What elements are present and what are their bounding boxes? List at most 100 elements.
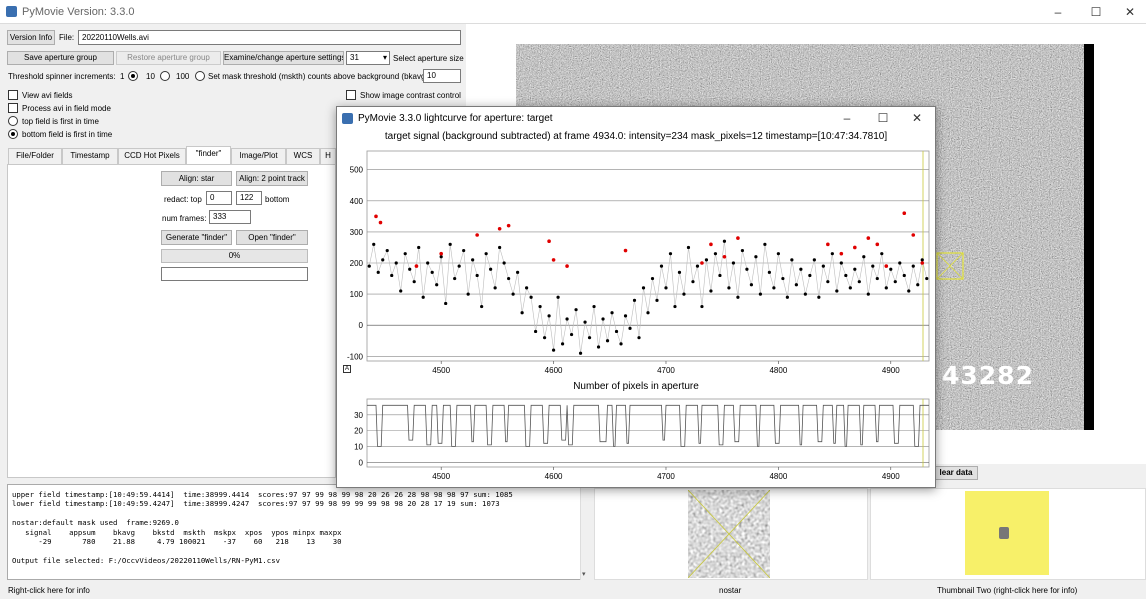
align-star-button[interactable]: Align: star [161, 171, 232, 186]
increment-100-label: 100 [176, 72, 190, 81]
signal-point [911, 264, 915, 268]
tab-finder[interactable]: "finder" [186, 146, 231, 165]
close-icon[interactable]: ✕ [1112, 0, 1146, 24]
tab-h[interactable]: H [320, 148, 336, 164]
signal-point [821, 264, 825, 268]
log-text-area[interactable]: upper field timestamp:[10:49:59.4414] ti… [7, 484, 589, 580]
plot-area [366, 150, 930, 362]
file-name-field[interactable]: 20220110Wells.avi [78, 30, 461, 45]
signal-point-red [378, 220, 383, 225]
signal-point [889, 267, 893, 271]
signal-point [435, 283, 439, 287]
mask-threshold-spinner[interactable]: 10 [423, 69, 461, 83]
signal-point [655, 298, 659, 302]
signal-point [614, 329, 619, 334]
signal-point [839, 261, 843, 265]
x-tick-label: 4900 [882, 472, 900, 481]
signal-point [781, 276, 785, 281]
y-tick-label: 400 [350, 197, 364, 206]
signal-point [875, 276, 879, 281]
save-aperture-group-button[interactable]: Save aperture group [7, 51, 114, 65]
align-2-point-button[interactable]: Align: 2 point track [236, 171, 308, 186]
signal-point [731, 261, 736, 265]
minimize-icon[interactable]: – [1040, 0, 1076, 24]
examine-aperture-settings-button[interactable]: Examine/change aperture settings [223, 51, 344, 65]
bottom-field-first-label: bottom field is first in time [22, 130, 113, 139]
signal-point [695, 264, 700, 268]
signal-point [862, 255, 866, 259]
lightcurve-window[interactable]: PyMovie 3.3.0 lightcurve for aperture: t… [336, 106, 936, 488]
signal-point [610, 311, 614, 315]
signal-point [565, 317, 569, 321]
signal-point [453, 276, 457, 281]
x-tick-label: 4600 [545, 366, 563, 375]
log-line: Output file selected: F:/OccvVideos/2022… [12, 555, 280, 565]
signal-point [677, 270, 682, 274]
tab-timestamp[interactable]: Timestamp [62, 148, 118, 164]
lightcurve-close-icon[interactable]: ✕ [899, 107, 935, 129]
log-line: signal appsum bkavg bkstd mskth mskpx xp… [25, 527, 342, 537]
increment-1-label: 1 [120, 72, 125, 81]
thumbnail-one-image[interactable] [688, 490, 770, 578]
tab-wcs[interactable]: WCS [286, 148, 320, 164]
signal-point [623, 314, 628, 318]
tab-image-plot[interactable]: Image/Plot [231, 148, 286, 164]
signal-point-red [623, 248, 628, 253]
signal-point [857, 280, 861, 284]
signal-point [376, 270, 380, 274]
signal-point [529, 295, 533, 299]
generate-finder-button[interactable]: Generate "finder" [161, 230, 232, 245]
signal-point-red [736, 236, 740, 240]
bottom-field-first-radio[interactable] [8, 129, 18, 139]
field-mode-checkbox[interactable] [8, 103, 18, 113]
lightcurve-maximize-icon[interactable]: ☐ [865, 107, 901, 129]
thumbnail-two-image[interactable] [965, 491, 1049, 575]
signal-point [898, 261, 902, 265]
version-info-button[interactable]: Version Info [7, 30, 55, 45]
top-field-first-radio[interactable] [8, 116, 18, 126]
pixel-count-plot[interactable]: 0 10 20 30 4500 4600 4700 4800 4900 [337, 395, 935, 485]
signal-point [682, 292, 686, 296]
signal-point [412, 280, 416, 284]
view-avi-fields-checkbox[interactable] [8, 90, 18, 100]
aperture-size-select[interactable]: 31 ▾ [346, 51, 390, 65]
signal-point [812, 258, 816, 262]
increment-100-radio[interactable] [195, 71, 205, 81]
finder-status-field [161, 267, 308, 281]
redact-bottom-input[interactable]: 122 [236, 191, 262, 205]
signal-point [480, 304, 484, 309]
signal-point [848, 286, 852, 290]
signal-scatter-plot[interactable]: -100 0 100 200 300 400 500 4500 4600 4700 4800 4900 [337, 147, 935, 377]
signal-point-red [875, 242, 880, 247]
scroll-down-icon[interactable]: ▾ [582, 570, 586, 578]
x-tick-label: 4600 [545, 472, 563, 481]
increment-1-radio[interactable] [128, 71, 138, 81]
num-frames-input[interactable]: 333 [209, 210, 251, 224]
lightcurve-minimize-icon[interactable]: – [829, 107, 865, 129]
signal-point [421, 295, 425, 299]
maximize-icon[interactable]: ☐ [1078, 0, 1114, 24]
increment-10-label: 10 [146, 72, 155, 81]
show-contrast-checkbox[interactable] [346, 90, 356, 100]
signal-point [749, 283, 754, 287]
signal-point [853, 267, 857, 271]
autoscale-button[interactable]: A [343, 365, 351, 373]
app-icon [6, 6, 17, 17]
log-scrollbar[interactable]: ▾ [580, 484, 590, 580]
clear-data-button[interactable]: lear data [934, 466, 978, 480]
signal-point [457, 264, 461, 268]
tab-file-folder[interactable]: File/Folder [8, 148, 62, 164]
redact-top-input[interactable]: 0 [206, 191, 232, 205]
signal-point [925, 276, 929, 281]
signal-point [516, 270, 520, 274]
signal-point [426, 261, 430, 265]
signal-point [668, 252, 673, 256]
log-line: upper field timestamp:[10:49:59.4414] ti… [12, 490, 513, 499]
increment-10-radio[interactable] [160, 71, 170, 81]
signal-point-red [902, 211, 907, 216]
restore-aperture-group-button[interactable]: Restore aperture group [116, 51, 221, 65]
signal-point [646, 311, 650, 315]
tab-ccd-hot-pixels[interactable]: CCD Hot Pixels [118, 148, 186, 164]
signal-point [493, 286, 497, 290]
open-finder-button[interactable]: Open "finder" [236, 230, 308, 245]
